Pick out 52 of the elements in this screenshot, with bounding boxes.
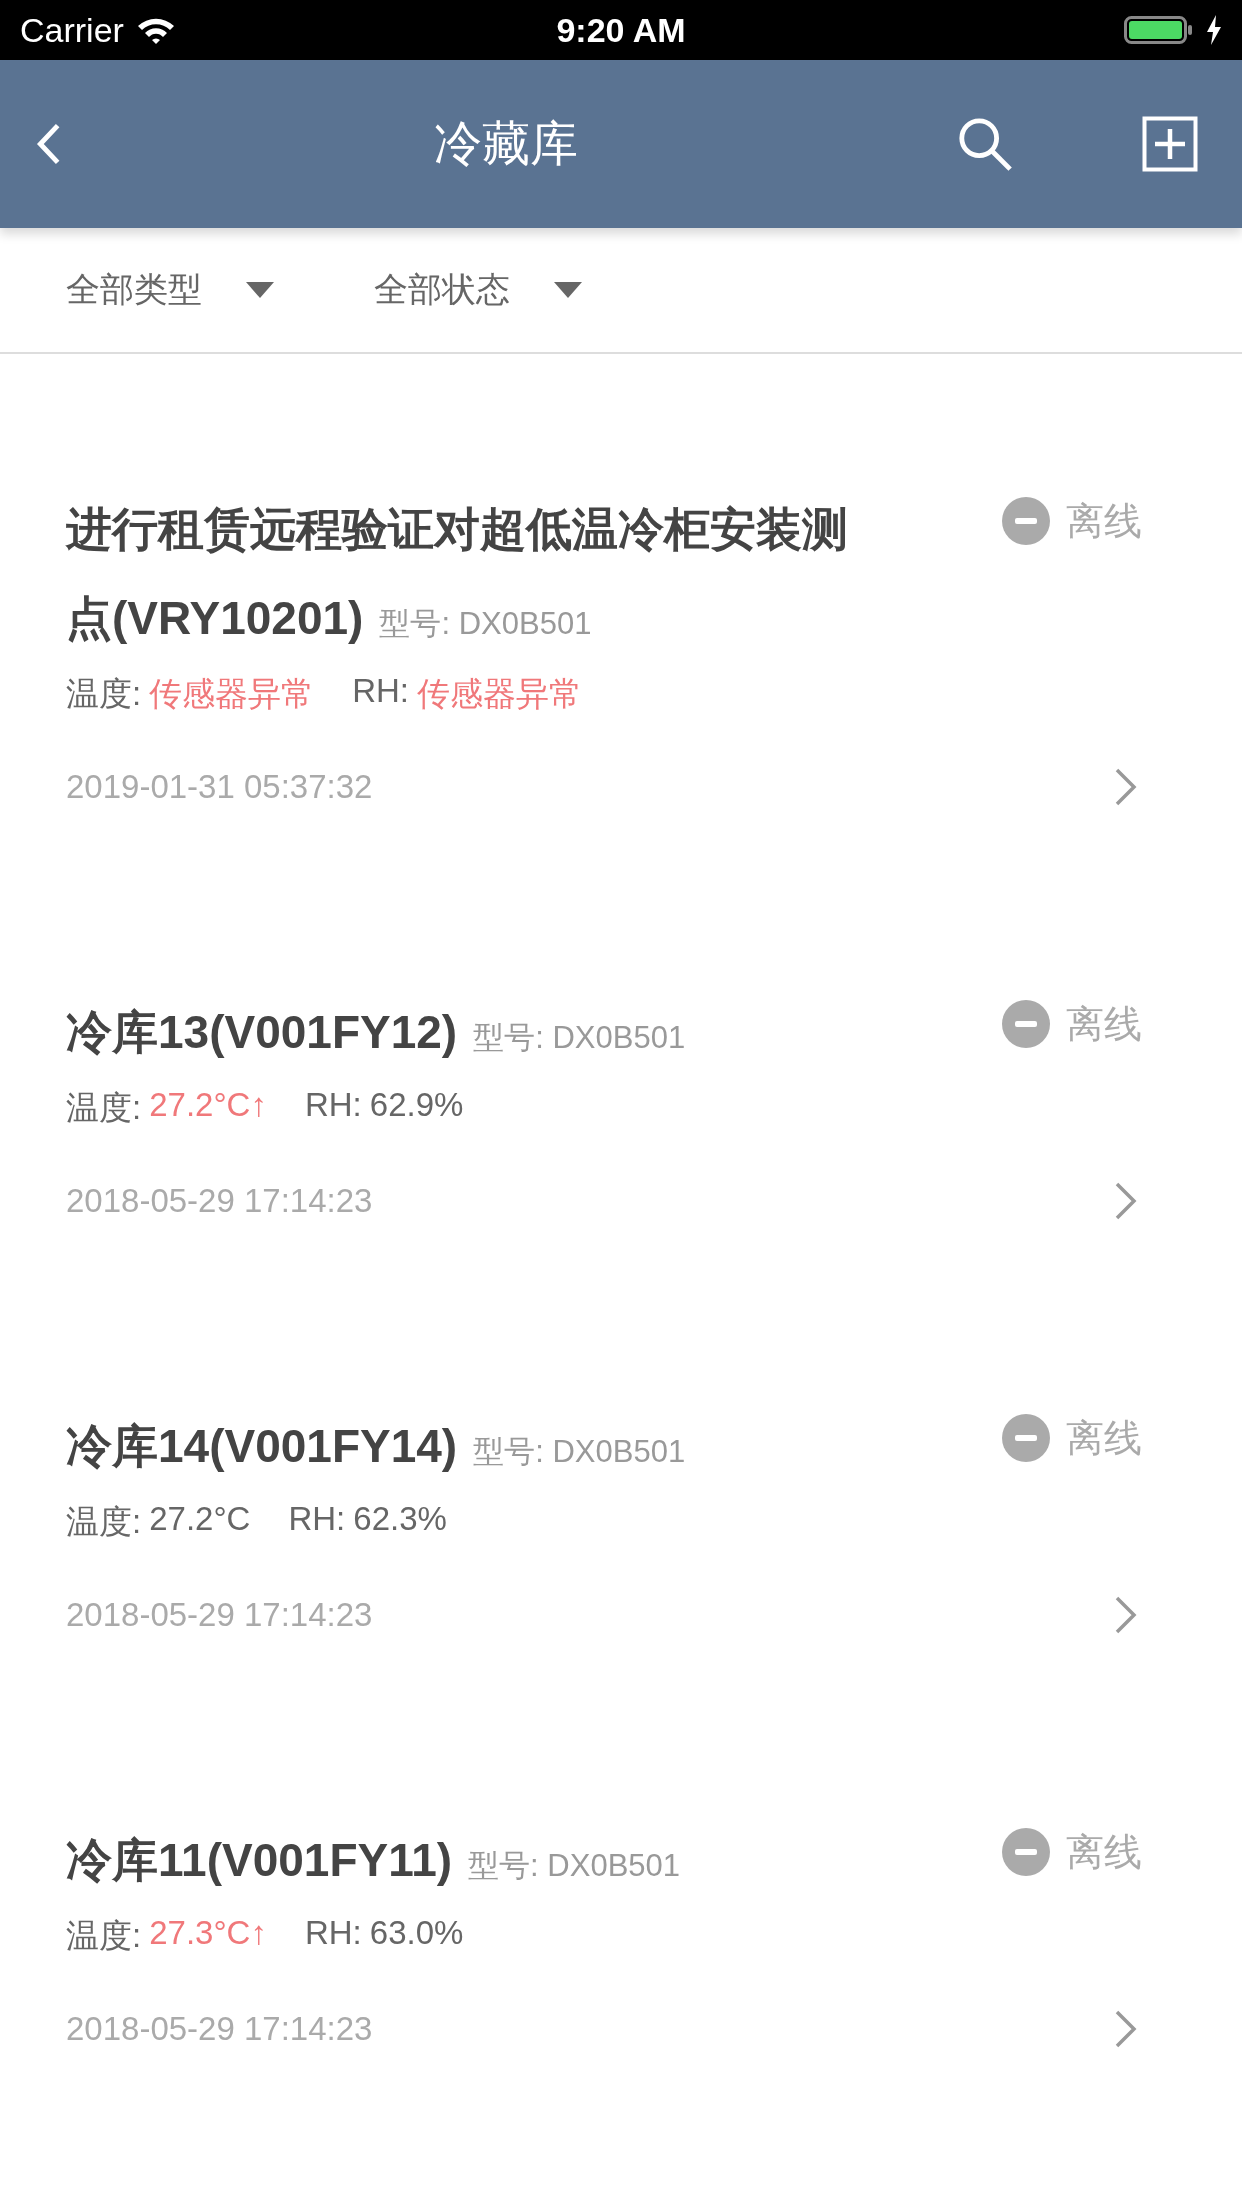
device-title: 冷库11(V001FY11) 型号: DX0B501 bbox=[66, 1833, 682, 1888]
minus-circle-icon bbox=[1002, 1828, 1050, 1876]
humidity-label: RH: bbox=[352, 672, 409, 711]
search-icon[interactable] bbox=[956, 115, 1014, 173]
timestamp: 2018-05-29 17:14:23 bbox=[66, 1182, 373, 1220]
humidity-value: 62.3% bbox=[353, 1500, 447, 1539]
minus-circle-icon bbox=[1002, 497, 1050, 545]
temperature-value: 27.2°C bbox=[149, 1500, 251, 1539]
device-card[interactable]: 冷库11(V001FY11) 型号: DX0B501 离线 温度: 27.3°C↑ RH: 63.0% 2018-05-29 17:14:23 bbox=[0, 1813, 1242, 2049]
device-title: 进行租赁远程验证对超低温冷柜安装测点(VRY10201) 型号: DX0B501 bbox=[66, 502, 849, 646]
timestamp: 2018-05-29 17:14:23 bbox=[66, 1596, 373, 1634]
status-label: 离线 bbox=[1066, 1415, 1142, 1461]
humidity-value: 传感器异常 bbox=[417, 674, 582, 714]
status-label: 离线 bbox=[1066, 1829, 1142, 1875]
timestamp: 2019-01-31 05:37:32 bbox=[66, 768, 373, 806]
chevron-right-icon bbox=[1114, 2009, 1138, 2049]
minus-circle-icon bbox=[1002, 1414, 1050, 1462]
device-card[interactable]: 冷库14(V001FY14) 型号: DX0B501 离线 温度: 27.2°C RH: 62.3% 2018-05-29 17:14:23 bbox=[0, 1399, 1242, 1635]
temperature-label: 温度: bbox=[66, 674, 142, 714]
temperature-value: 27.2°C↑ bbox=[149, 1086, 267, 1125]
clock: 9:20 AM bbox=[556, 10, 686, 50]
temperature-label: 温度: bbox=[66, 1088, 142, 1128]
back-icon[interactable] bbox=[36, 122, 62, 166]
battery-icon bbox=[1124, 15, 1194, 45]
filter-dropdown[interactable]: 全部类型 bbox=[66, 267, 274, 313]
temperature-label: 温度: bbox=[66, 1916, 142, 1956]
page-title: 冷藏库 bbox=[434, 116, 579, 172]
charging-icon bbox=[1206, 15, 1222, 45]
chevron-right-icon bbox=[1114, 1595, 1138, 1635]
status-label: 离线 bbox=[1066, 498, 1142, 544]
device-card[interactable]: 冷库13(V001FY12) 型号: DX0B501 离线 温度: 27.2°C↑ RH: 62.9% 2018-05-29 17:14:23 bbox=[0, 985, 1242, 1221]
humidity-label: RH: bbox=[288, 1500, 346, 1539]
chevron-right-icon bbox=[1114, 767, 1138, 807]
humidity-label: RH: bbox=[304, 1086, 362, 1125]
dropdown-caret-icon bbox=[554, 282, 582, 298]
filter-dropdown[interactable]: 全部状态 bbox=[374, 267, 582, 313]
dropdown-caret-icon bbox=[246, 282, 274, 298]
temperature-label: 温度: bbox=[66, 1502, 142, 1542]
minus-circle-icon bbox=[1002, 1000, 1050, 1048]
device-card[interactable]: 进行租赁远程验证对超低温冷柜安装测点(VRY10201) 型号: DX0B501 离线 温度: 传感器异常 RH: 传感器异常 2019-01-31 05:37:32 bbox=[0, 482, 1242, 807]
add-icon[interactable] bbox=[1142, 116, 1198, 172]
humidity-value: 63.0% bbox=[369, 1914, 464, 1953]
humidity-value: 62.9% bbox=[369, 1086, 464, 1125]
chevron-right-icon bbox=[1114, 1181, 1138, 1221]
device-title: 冷库14(V001FY14) 型号: DX0B501 bbox=[66, 1419, 687, 1474]
carrier-label: Carrier bbox=[20, 10, 124, 50]
humidity-label: RH: bbox=[304, 1914, 362, 1953]
status-label: 离线 bbox=[1066, 1001, 1142, 1047]
temperature-value: 传感器异常 bbox=[149, 674, 315, 714]
temperature-value: 27.3°C↑ bbox=[149, 1914, 267, 1953]
timestamp: 2018-05-29 17:14:23 bbox=[66, 2010, 373, 2048]
device-title: 冷库13(V001FY12) 型号: DX0B501 bbox=[66, 1005, 687, 1060]
